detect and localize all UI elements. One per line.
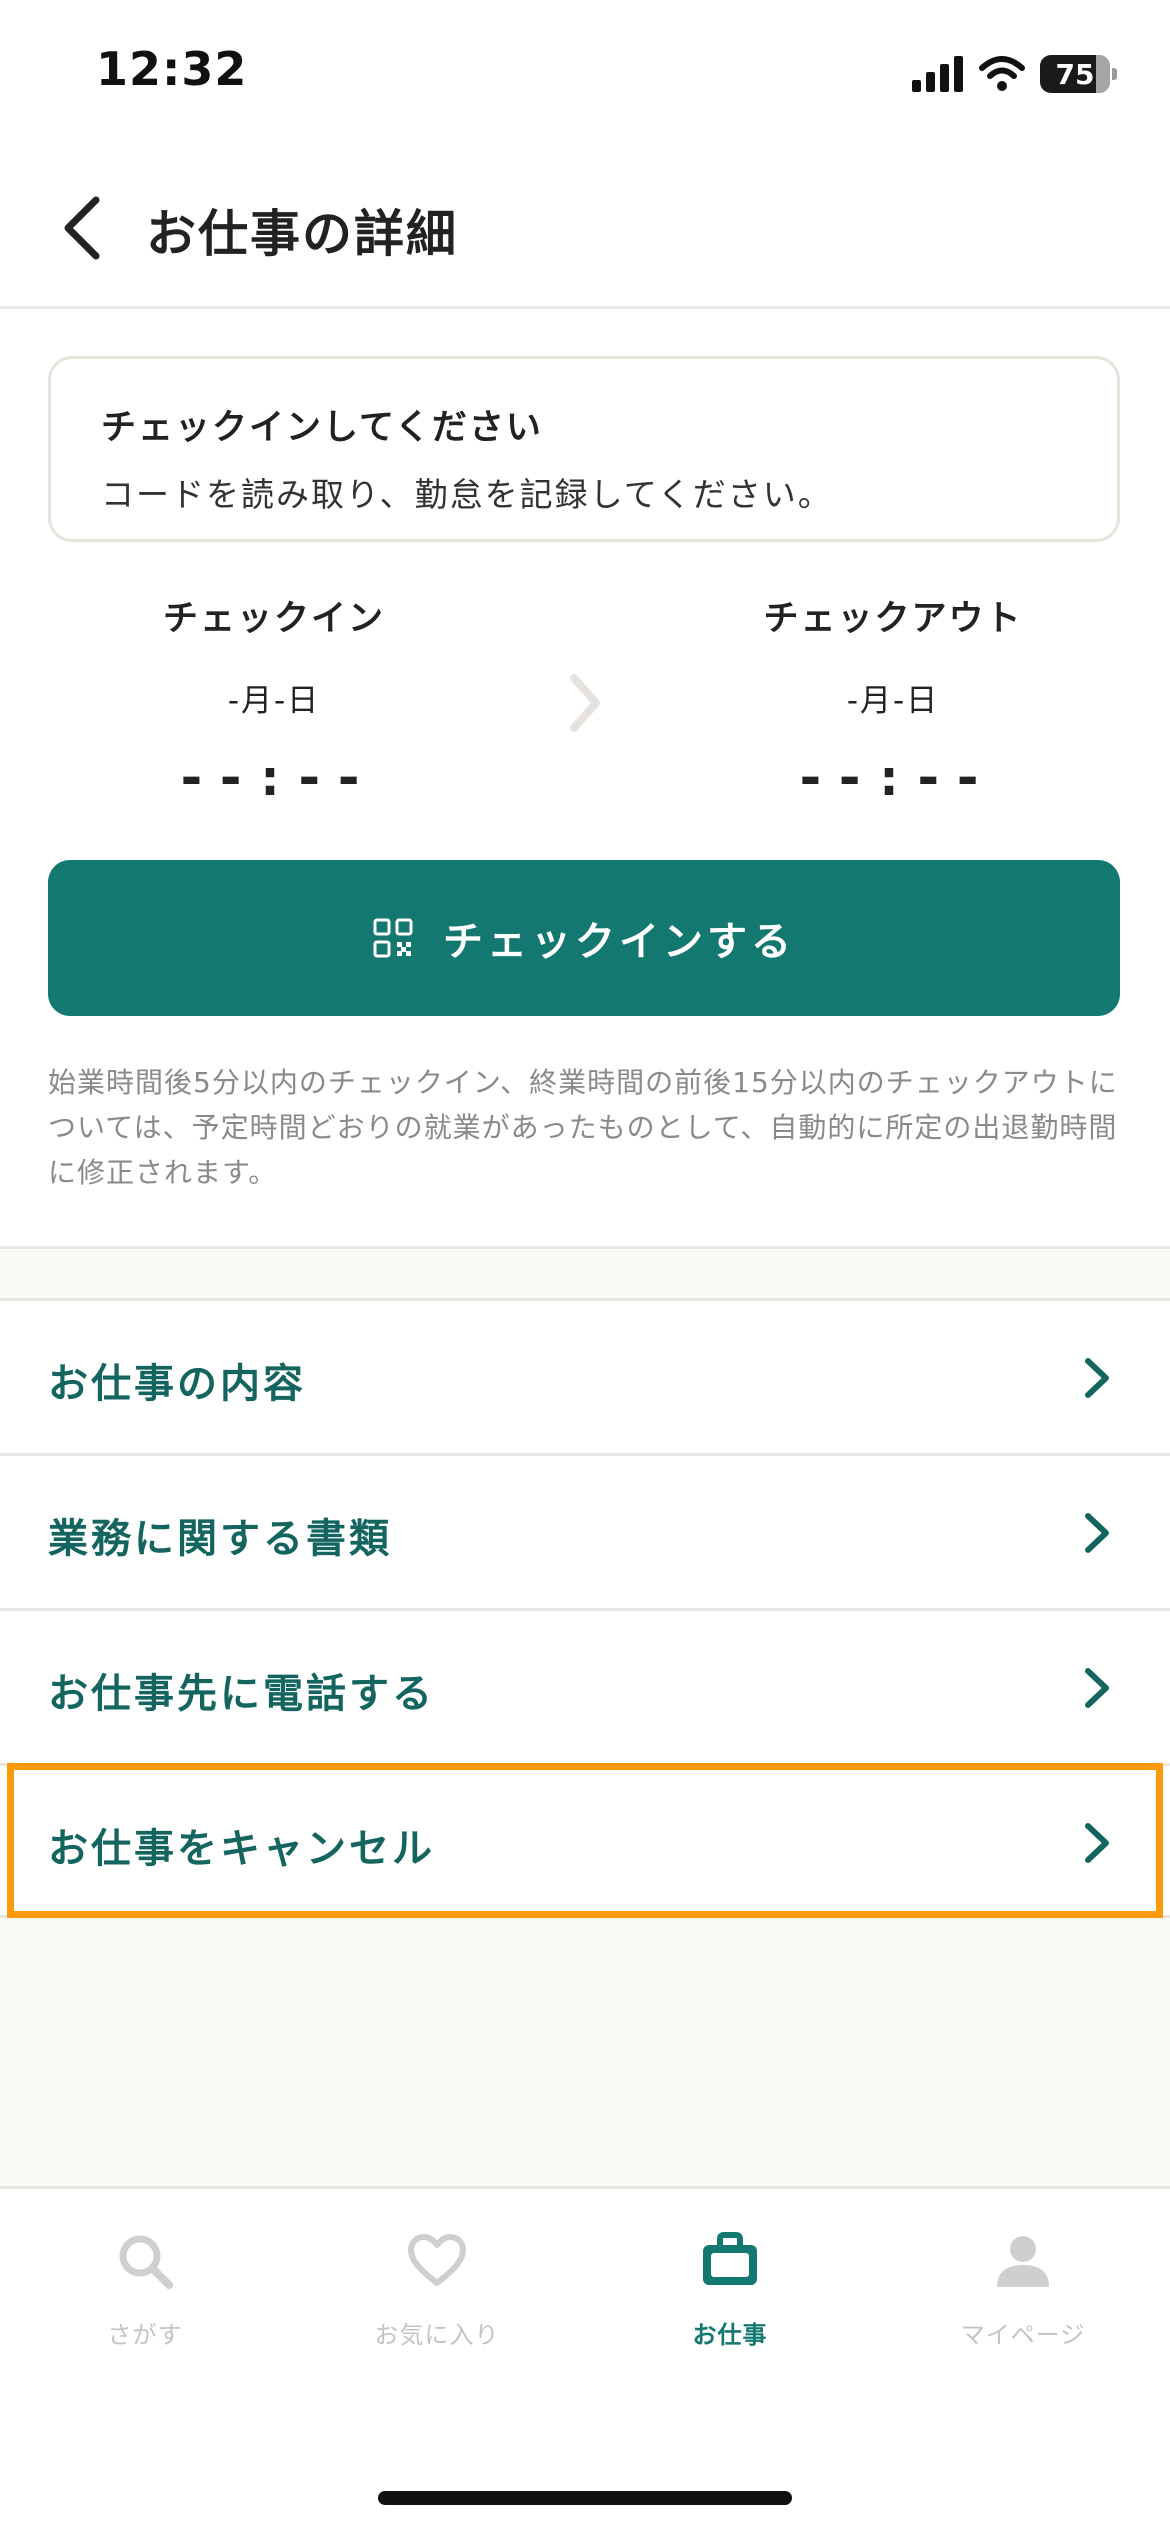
checkin-rules-note: 始業時間後5分以内のチェックイン、終業時間の前後15分以内のチェックアウトについ… — [48, 1066, 1118, 1189]
checkin-button-label: チェックインする — [443, 919, 795, 965]
chevron-right-icon — [570, 674, 600, 732]
chevron-left-icon — [64, 196, 100, 260]
job-menu-list: お仕事の内容 業務に関する書類 お仕事先に電話する お仕事をキャンセル — [0, 1298, 1170, 1918]
status-bar: 12:32 75 — [0, 0, 1170, 150]
tab-label: お気に入り — [374, 2321, 500, 2349]
tab-bar: さがす お気に入り お仕事 マイページ — [0, 2186, 1170, 2535]
checkin-column: チェックイン -月-日 --:-- — [64, 590, 484, 808]
checkout-column: チェックアウト -月-日 --:-- — [683, 590, 1103, 808]
checkin-notice: チェックインしてください コードを読み取り、勤怠を記録してください。 — [48, 356, 1120, 542]
home-indicator — [378, 2491, 792, 2505]
tab-jobs[interactable]: お仕事 — [600, 2229, 860, 2350]
heart-icon — [408, 2234, 466, 2286]
checkin-date: -月-日 — [227, 683, 321, 719]
signal-icon — [912, 56, 963, 92]
chevron-right-icon — [1085, 1823, 1109, 1863]
chevron-right-icon — [1085, 1668, 1109, 1708]
qr-code-icon — [373, 918, 413, 958]
battery-level: 75 — [1055, 57, 1095, 91]
menu-item-label: お仕事先に電話する — [48, 1671, 435, 1717]
search-icon — [119, 2235, 173, 2289]
wifi-icon — [979, 56, 1025, 91]
briefcase-icon — [703, 2232, 757, 2285]
chevron-right-icon — [1085, 1513, 1109, 1553]
checkout-time: --:-- — [794, 748, 992, 808]
tab-label: お仕事 — [692, 2321, 768, 2349]
menu-item-documents[interactable]: 業務に関する書類 — [0, 1453, 1170, 1608]
back-button[interactable] — [50, 190, 120, 266]
checkout-date: -月-日 — [846, 683, 940, 719]
checkin-label: チェックイン — [162, 599, 385, 639]
checkin-button[interactable]: チェックインする — [48, 860, 1120, 1016]
tab-label: マイページ — [960, 2321, 1086, 2349]
menu-item-call-employer[interactable]: お仕事先に電話する — [0, 1608, 1170, 1763]
checkin-time: --:-- — [175, 748, 373, 808]
status-icons: 75 — [912, 50, 1117, 98]
notice-title: チェックインしてください — [101, 408, 543, 448]
menu-item-job-details[interactable]: お仕事の内容 — [0, 1298, 1170, 1453]
status-time: 12:32 — [96, 42, 248, 96]
battery-icon: 75 — [1040, 55, 1117, 93]
notice-body: コードを読み取り、勤怠を記録してください。 — [101, 475, 833, 514]
tab-search[interactable]: さがす — [15, 2229, 275, 2350]
chevron-right-icon — [1085, 1358, 1109, 1398]
menu-item-cancel-job[interactable]: お仕事をキャンセル — [0, 1763, 1170, 1918]
menu-item-label: お仕事をキャンセル — [48, 1826, 435, 1872]
tab-label: さがす — [107, 2321, 183, 2349]
menu-item-label: お仕事の内容 — [48, 1361, 306, 1407]
tab-favorites[interactable]: お気に入り — [307, 2229, 567, 2350]
nav-header: お仕事の詳細 — [0, 150, 1170, 309]
menu-item-label: 業務に関する書類 — [48, 1516, 392, 1562]
person-icon — [997, 2236, 1049, 2287]
tab-mypage[interactable]: マイページ — [893, 2229, 1153, 2350]
page-title: お仕事の詳細 — [146, 205, 458, 263]
checkout-label: チェックアウト — [763, 599, 1023, 639]
